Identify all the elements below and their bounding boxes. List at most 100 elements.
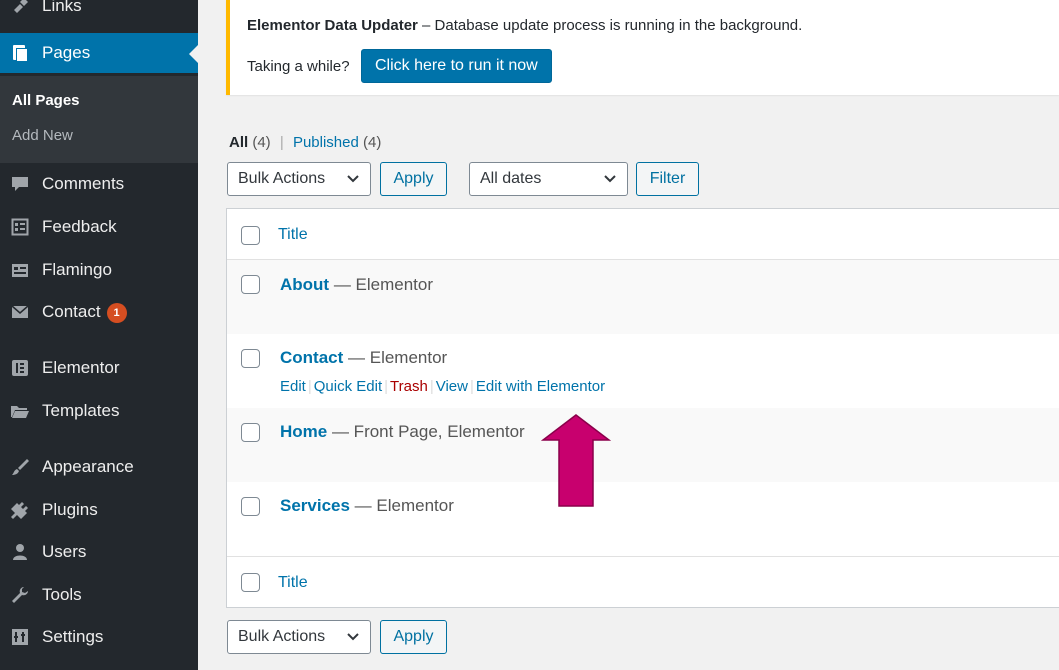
elementor-update-notice: Elementor Data Updater – Database update… <box>226 0 1059 95</box>
flamingo-icon <box>9 259 31 281</box>
notice-question: Taking a while? <box>247 58 350 75</box>
pages-icon <box>9 42 31 64</box>
quick-edit-link[interactable]: Quick Edit <box>314 378 382 395</box>
table-footer: Title <box>227 557 1059 608</box>
select-all-checkbox-footer[interactable] <box>241 573 260 592</box>
post-state: — Elementor <box>349 496 454 515</box>
row-title: Home — Front Page, Elementor <box>280 422 525 442</box>
menu-pages[interactable]: Pages <box>0 33 198 73</box>
wrench-icon <box>9 584 31 606</box>
bulk-actions-select-top[interactable]: Bulk Actions <box>227 162 371 196</box>
bulk-actions-select-bottom[interactable]: Bulk Actions <box>227 620 371 654</box>
edit-with-elementor-link[interactable]: Edit with Elementor <box>476 378 605 395</box>
apply-button-top[interactable]: Apply <box>380 162 447 196</box>
menu-feedback[interactable]: Feedback <box>0 207 198 247</box>
plug-icon <box>9 499 31 521</box>
elementor-icon <box>9 357 31 379</box>
page-title-link[interactable]: About <box>280 275 329 294</box>
envelope-icon <box>9 301 31 323</box>
page-title-link[interactable]: Services <box>280 496 350 515</box>
action-separator: | <box>384 378 389 395</box>
row-actions: Edit | Quick Edit | Trash | View | Edit with Ele… <box>280 378 605 395</box>
menu-plugins[interactable]: Plugins <box>0 490 198 530</box>
table-row: Services — Elementor <box>227 482 1059 556</box>
menu-appearance-label: Appearance <box>42 457 134 476</box>
edit-link[interactable]: Edit <box>280 378 306 395</box>
menu-elementor-label: Elementor <box>42 358 120 377</box>
view-published[interactable]: Published <box>293 134 359 151</box>
page-title-link[interactable]: Contact <box>280 348 343 367</box>
paintbrush-icon <box>9 456 31 478</box>
links-icon <box>9 0 31 17</box>
chevron-down-icon <box>347 175 359 183</box>
filter-button[interactable]: Filter <box>636 162 699 196</box>
folder-icon <box>9 400 31 422</box>
bulk-actions-value: Bulk Actions <box>238 170 326 187</box>
menu-comments-label: Comments <box>42 174 125 193</box>
menu-feedback-label: Feedback <box>42 217 117 236</box>
menu-users[interactable]: Users <box>0 532 198 572</box>
row-title: Contact — Elementor <box>280 348 447 368</box>
row-title: Services — Elementor <box>280 496 454 516</box>
menu-contact-label: Contact 1 <box>42 302 127 323</box>
pages-submenu: All Pages Add New <box>0 76 198 163</box>
chevron-down-icon <box>347 633 359 641</box>
menu-comments[interactable]: Comments <box>0 164 198 204</box>
bulk-actions-value: Bulk Actions <box>238 628 326 645</box>
row-checkbox[interactable] <box>241 275 260 294</box>
page-title-link[interactable]: Home <box>280 422 327 441</box>
row-checkbox[interactable] <box>241 423 260 442</box>
menu-templates-label: Templates <box>42 401 120 420</box>
menu-links[interactable]: Links <box>0 0 198 26</box>
chevron-down-icon <box>604 175 616 183</box>
post-state: — Front Page, Elementor <box>327 422 525 441</box>
post-state: — Elementor <box>343 348 448 367</box>
row-title: About — Elementor <box>280 275 433 295</box>
column-title-footer[interactable]: Title <box>278 574 308 592</box>
menu-links-label: Links <box>42 0 82 15</box>
menu-contact[interactable]: Contact 1 <box>0 292 198 332</box>
action-separator: | <box>469 378 474 395</box>
menu-flamingo-label: Flamingo <box>42 260 112 279</box>
date-filter-value: All dates <box>480 170 542 187</box>
comments-icon <box>9 173 31 195</box>
submenu-all-pages[interactable]: All Pages <box>12 92 80 109</box>
pages-table: Title About — Elementor Contact — Elemen… <box>226 208 1059 608</box>
row-checkbox[interactable] <box>241 497 260 516</box>
table-row: Home — Front Page, Elementor <box>227 408 1059 482</box>
submenu-add-new[interactable]: Add New <box>12 127 73 144</box>
select-all-checkbox[interactable] <box>241 226 260 245</box>
view-separator: | <box>279 134 284 151</box>
post-state: — Elementor <box>329 275 434 294</box>
table-row: Contact — Elementor Edit | Quick Edit | Tras… <box>227 334 1059 408</box>
up-arrow-annotation-icon <box>541 414 611 507</box>
menu-pages-label: Pages <box>42 43 91 62</box>
date-filter-select[interactable]: All dates <box>469 162 628 196</box>
notice-title: Elementor Data Updater – Database update… <box>247 17 803 34</box>
admin-sidebar: Links Pages All Pages Add New Comments F… <box>0 0 198 670</box>
menu-settings[interactable]: Settings <box>0 617 198 657</box>
view-all[interactable]: All <box>229 134 248 151</box>
menu-flamingo[interactable]: Flamingo <box>0 250 198 290</box>
view-published-count: (4) <box>363 134 382 151</box>
settings-sliders-icon <box>9 626 31 648</box>
menu-elementor[interactable]: Elementor <box>0 348 198 388</box>
column-title-header[interactable]: Title <box>278 226 308 244</box>
run-update-button[interactable]: Click here to run it now <box>361 49 552 83</box>
menu-tools-label: Tools <box>42 585 82 604</box>
view-all-count: (4) <box>252 134 271 151</box>
contact-count-badge: 1 <box>106 302 127 323</box>
apply-button-bottom[interactable]: Apply <box>380 620 447 654</box>
user-icon <box>9 541 31 563</box>
action-separator: | <box>429 378 434 395</box>
trash-link[interactable]: Trash <box>390 378 428 395</box>
menu-templates[interactable]: Templates <box>0 391 198 431</box>
action-separator: | <box>307 378 312 395</box>
row-checkbox[interactable] <box>241 349 260 368</box>
view-filters: All (4) | Published (4) <box>229 134 381 151</box>
menu-tools[interactable]: Tools <box>0 575 198 615</box>
menu-appearance[interactable]: Appearance <box>0 447 198 487</box>
view-link[interactable]: View <box>436 378 468 395</box>
table-row: About — Elementor <box>227 260 1059 334</box>
table-header: Title <box>227 209 1059 259</box>
